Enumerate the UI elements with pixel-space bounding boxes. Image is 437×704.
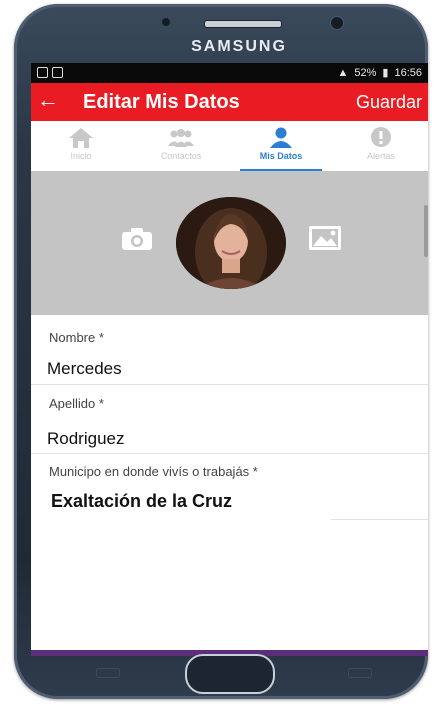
earpiece-speaker <box>204 20 282 28</box>
app-screen: ▲ 52% ▮ 16:56 ← Editar Mis Datos Guardar… <box>31 63 428 650</box>
status-bar: ▲ 52% ▮ 16:56 <box>31 63 428 83</box>
profile-photo-area <box>31 171 428 315</box>
divider <box>331 519 428 520</box>
person-icon <box>270 127 292 148</box>
tab-contactos[interactable]: Contactos <box>136 121 226 169</box>
nombre-field[interactable]: Mercedes <box>47 359 122 379</box>
back-button[interactable] <box>348 668 372 678</box>
tab-inicio[interactable]: Inicio <box>36 121 126 169</box>
tab-label: Alertas <box>366 151 395 161</box>
page-title: Editar Mis Datos <box>83 91 240 113</box>
home-button[interactable] <box>185 654 275 694</box>
proximity-sensor <box>162 18 170 26</box>
field-label-apellido: Apellido * <box>49 396 104 411</box>
tab-label: Inicio <box>70 151 92 161</box>
device-brand: SAMSUNG <box>191 38 287 55</box>
home-icon <box>69 128 93 148</box>
tab-mis-datos[interactable]: Mis Datos <box>236 121 326 171</box>
status-time: 16:56 <box>394 66 422 79</box>
recent-apps-button[interactable] <box>96 668 120 678</box>
signal-icon: ▲ <box>337 66 349 79</box>
tab-bar: Inicio Contactos Mis Datos Alertas <box>31 121 428 172</box>
front-camera <box>330 16 344 30</box>
field-label-municipio: Municipo en donde vivís o trabajás * <box>49 464 258 479</box>
alert-icon <box>371 127 391 147</box>
tab-label: Mis Datos <box>259 151 303 161</box>
field-label-nombre: Nombre * <box>49 330 104 345</box>
app-bar: ← Editar Mis Datos Guardar <box>31 83 428 121</box>
avatar <box>176 197 286 289</box>
tab-alertas[interactable]: Alertas <box>336 121 426 169</box>
camera-icon[interactable] <box>120 226 154 252</box>
contacts-icon <box>168 129 194 147</box>
battery-icon: ▮ <box>382 67 389 79</box>
save-button[interactable]: Guardar <box>356 92 422 113</box>
mail-icon <box>52 67 63 78</box>
divider <box>31 453 428 454</box>
arrow-left-icon[interactable]: ← <box>37 87 59 113</box>
battery-percent: 52% <box>354 66 377 79</box>
scroll-indicator <box>424 205 428 257</box>
apellido-field[interactable]: Rodriguez <box>47 429 125 449</box>
notification-icon <box>37 67 48 78</box>
municipio-field[interactable]: Exaltación de la Cruz <box>51 491 232 512</box>
tab-label: Contactos <box>160 151 202 161</box>
divider <box>31 384 428 385</box>
gallery-icon[interactable] <box>307 224 343 252</box>
